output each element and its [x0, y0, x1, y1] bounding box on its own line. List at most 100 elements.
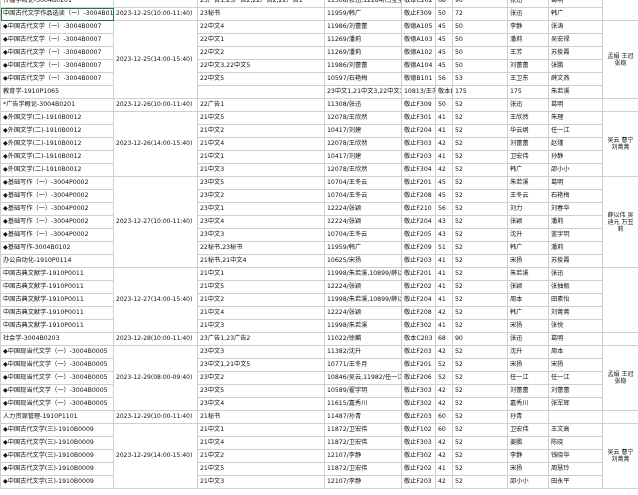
cell-capacity[interactable]: 42 [435, 449, 453, 463]
cell-course[interactable]: ◆中国古代文学(三)-1910B0009 [0, 436, 114, 450]
cell-students[interactable]: 52 [452, 384, 508, 398]
cell-teacher[interactable]: 10417/刘建 [324, 124, 402, 138]
cell-invigilator-2[interactable]: 张抽瓶 [548, 280, 603, 294]
cell-invigilator-1[interactable]: 朱若溪 [548, 85, 603, 99]
cell-course[interactable]: ◆外国文学(二)-1910B0012 [0, 111, 114, 125]
table-row[interactable]: *广告学概论-3004B0201 2023-12-26(10:00-11:40) 2… [0, 98, 638, 112]
cell-inspectors[interactable] [602, 410, 638, 424]
cell-students[interactable]: 52 [452, 449, 508, 463]
cell-course[interactable]: ◆中国现当代文学（一）-3004B0005 [0, 397, 114, 411]
cell-invigilator-1[interactable]: 王欣然 [507, 111, 549, 125]
cell-teacher[interactable]: 11382/沈升 [324, 345, 402, 359]
cell-capacity[interactable]: 56 [435, 72, 453, 86]
cell-capacity[interactable]: 50 [435, 7, 453, 21]
cell-classes[interactable]: 23中文2 [197, 189, 325, 203]
cell-room[interactable]: 敬止F203 [401, 410, 436, 424]
cell-room[interactable]: 敬止F204 [401, 293, 436, 307]
cell-room[interactable]: 敬止F302 [401, 319, 436, 333]
cell-exam-time[interactable]: 2023-12-25(10:00-11:40) [113, 7, 198, 21]
cell-students[interactable]: 52 [452, 202, 508, 216]
cell-exam-time[interactable]: 2023-12-26(10:00-11:40) [113, 98, 198, 112]
cell-course[interactable]: ◆外国文学(二)-1910B0012 [0, 150, 114, 164]
cell-course[interactable]: ◆中国现当代文学（一）-3004B0005 [0, 358, 114, 372]
cell-room[interactable]: 敬止F202 [401, 462, 436, 476]
cell-room[interactable]: 敬止F204 [401, 215, 436, 229]
cell-capacity[interactable]: 175 [452, 85, 508, 99]
cell-course[interactable]: ◆中国现当代文学（一）-3004B0005 [0, 371, 114, 385]
cell-invigilator-2[interactable]: 张军辉 [548, 397, 603, 411]
cell-invigilator-2[interactable]: 田永平 [548, 475, 603, 489]
table-row[interactable]: ◆基础写作（一）-3004P0002 23中文1 12224/张颖 敬止F210 56 5… [0, 202, 638, 216]
cell-capacity[interactable]: 42 [435, 137, 453, 151]
cell-invigilator-1[interactable]: 宋扬 [507, 462, 549, 476]
cell-invigilator-1[interactable]: 王冬云 [507, 189, 549, 203]
cell-room[interactable]: 敬本B201 [435, 85, 453, 99]
cell-students[interactable]: 52 [452, 189, 508, 203]
cell-course[interactable]: 中国古典文献学-1910P0011 [0, 293, 114, 307]
cell-teacher[interactable]: 12078/王欣然 [324, 111, 402, 125]
cell-capacity[interactable]: 60 [435, 410, 453, 424]
cell-invigilator-2[interactable] [548, 410, 603, 424]
cell-invigilator-2[interactable]: 韩广 [548, 7, 603, 21]
cell-invigilator-1[interactable]: 张迅 [507, 0, 549, 8]
cell-room[interactable]: 敬德A104 [401, 59, 436, 73]
table-row[interactable]: 社会学-3004B0203 2023-12-28(10:00-11:40) 23广告… [0, 332, 638, 346]
cell-invigilator-1[interactable]: 李静 [507, 20, 549, 34]
table-row[interactable]: ◆中国古代文学（一）-3004B0007 22中文5 10597/石艳梅 敬德B101… [0, 72, 638, 86]
cell-course[interactable]: 社会学-3004B0203 [0, 332, 114, 346]
cell-students[interactable]: 50 [452, 46, 508, 60]
table-row[interactable]: ◆中国现当代文学（一）-3004B0005 23中文4 11615/嘉秀川 敬止F30… [0, 397, 638, 411]
cell-capacity[interactable]: 60 [435, 423, 453, 437]
cell-students[interactable]: 52 [452, 111, 508, 125]
cell-teacher[interactable]: 12224/张颖 [324, 306, 402, 320]
cell-students[interactable]: 52 [452, 228, 508, 242]
cell-course[interactable]: ◆基础写作（一）-3004P0002 [0, 215, 114, 229]
cell-classes[interactable]: 21秘书,21中文4 [197, 254, 325, 268]
cell-capacity[interactable]: 41 [435, 293, 453, 307]
cell-room[interactable]: 敬德A102 [401, 46, 436, 60]
cell-capacity[interactable]: 42 [435, 397, 453, 411]
cell-invigilator-1[interactable]: 张迅 [507, 332, 549, 346]
cell-invigilator-1[interactable]: 王卫东 [507, 72, 549, 86]
cell-teacher[interactable]: 12224/张颖 [324, 215, 402, 229]
cell-classes[interactable]: 23秘书 [197, 7, 325, 21]
cell-teacher[interactable]: 11998/朱若溪,10899/薛以伟 [324, 267, 402, 281]
cell-invigilator-2[interactable]: 王文高 [548, 423, 603, 437]
cell-invigilator-1[interactable]: 张迅 [507, 7, 549, 21]
cell-inspectors[interactable]: 孟娟 王冠 张稳 [602, 20, 638, 99]
cell-invigilator-2[interactable]: 任一江 [548, 124, 603, 138]
cell-capacity[interactable]: 52 [435, 371, 453, 385]
cell-capacity[interactable]: 51 [435, 241, 453, 255]
cell-invigilator-2[interactable]: 吴宏禄 [548, 33, 603, 47]
cell-exam-time[interactable]: 2023-12-27(10:00-11:40) [113, 176, 198, 268]
cell-students[interactable]: 50 [452, 20, 508, 34]
cell-teacher[interactable]: 10704/王冬云 [324, 189, 402, 203]
cell-classes[interactable]: 21中文3 [197, 163, 325, 177]
cell-invigilator-2[interactable]: 刘菁菁 [548, 306, 603, 320]
cell-exam-time[interactable]: 2023-12-25(14:00-15:40) [113, 20, 198, 99]
cell-teacher[interactable]: 11959/韩广 [324, 7, 402, 21]
cell-course[interactable]: 中国古典文献学-1910P0011 [0, 306, 114, 320]
cell-room[interactable]: 敬止F201 [401, 267, 436, 281]
table-row[interactable]: ◆基础写作（一）-3004P0002 23中文3 10704/王冬云 敬止F205 43… [0, 228, 638, 242]
cell-students[interactable]: 52 [452, 462, 508, 476]
cell-capacity[interactable]: 42 [435, 345, 453, 359]
cell-room[interactable]: 敬本C203 [401, 332, 436, 346]
cell-invigilator-2[interactable]: 赵瑾 [548, 137, 603, 151]
cell-course[interactable]: 人力资源管理-1910P1101 [0, 410, 114, 424]
cell-classes[interactable]: 22中文5 [197, 72, 325, 86]
cell-invigilator-1[interactable]: 宋扬 [507, 254, 549, 268]
cell-capacity[interactable]: 45 [435, 33, 453, 47]
cell-course[interactable]: ◆中国古代文学(三)-1910B0009 [0, 475, 114, 489]
cell-capacity[interactable]: 68 [435, 332, 453, 346]
cell-classes[interactable]: 22广告1 [197, 98, 325, 112]
table-row[interactable]: ◆中国古代文学(三)-1910B0009 21中文3 12107/李静 敬止F203 4… [0, 475, 638, 489]
cell-teacher[interactable]: 10771/王冬月 [324, 358, 402, 372]
cell-capacity[interactable]: 41 [435, 280, 453, 294]
cell-teacher[interactable]: 10625/宋扬 [324, 254, 402, 268]
cell-course[interactable]: ◆中国现当代文学（一）-3004B0005 [0, 384, 114, 398]
cell-classes[interactable]: 21中文3 [197, 475, 325, 489]
cell-students[interactable]: 72 [452, 7, 508, 21]
cell-room[interactable]: 敬本C202 [401, 0, 436, 8]
cell-course[interactable]: ◆中国古代文学（一）-3004B0007 [0, 46, 114, 60]
